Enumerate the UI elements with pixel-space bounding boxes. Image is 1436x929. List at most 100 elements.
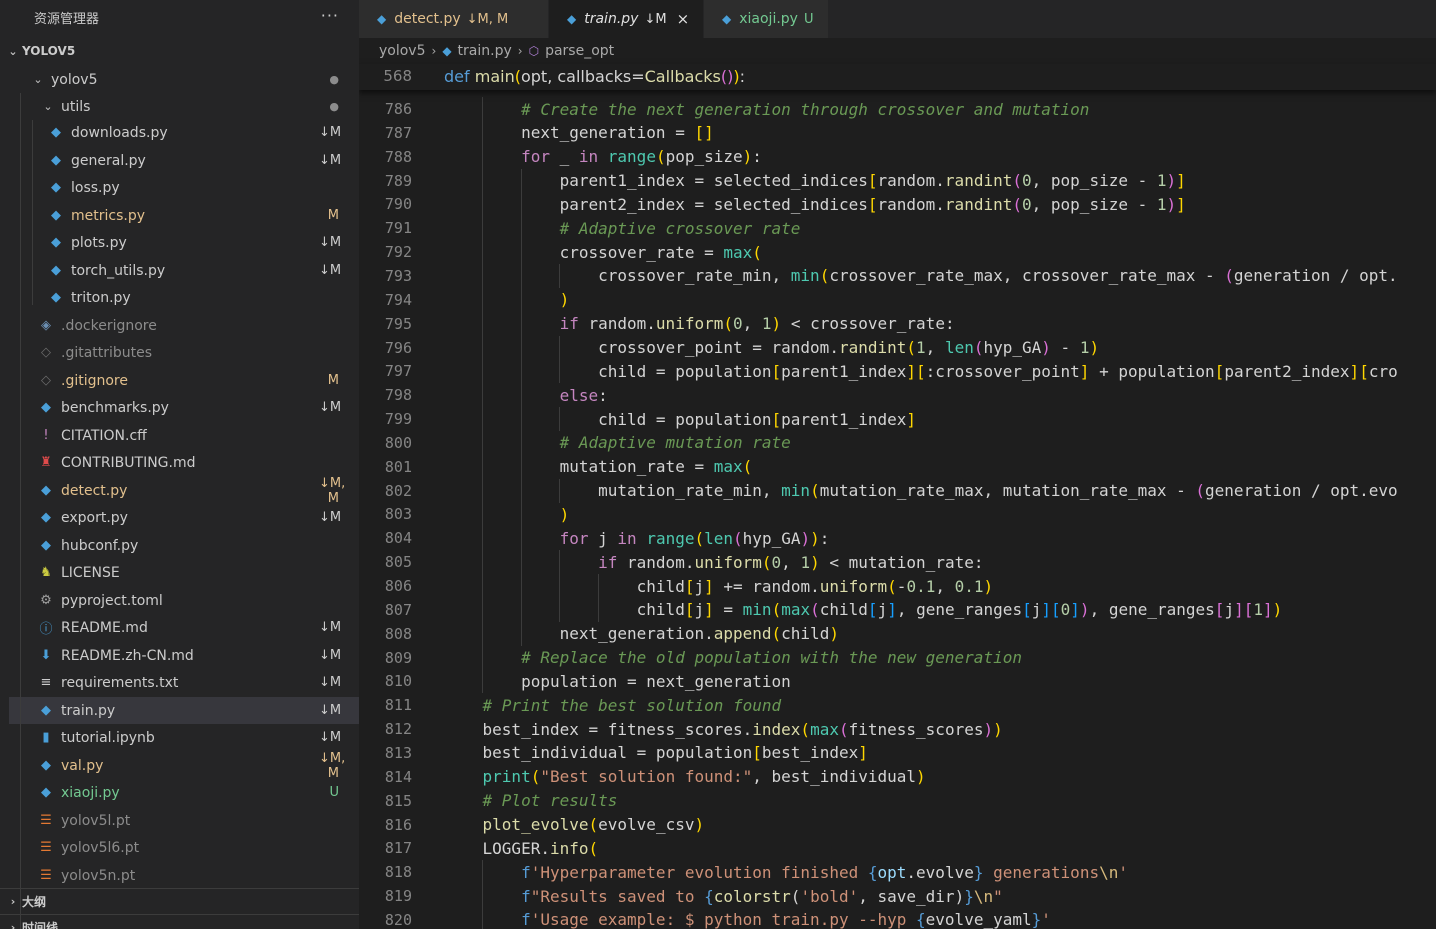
close-icon[interactable]: × <box>677 10 690 28</box>
file-item[interactable]: ◆ val.py ↓M, M <box>9 751 359 781</box>
indent-guide <box>597 597 599 622</box>
file-item[interactable]: ☰ yolov5l6.pt <box>9 834 359 861</box>
code-line: 804 for j in range(len(hyp_GA)): <box>359 526 1436 551</box>
file-item[interactable]: ◆ loss.py <box>9 174 359 201</box>
file-item[interactable]: ◆ torch_utils.py ↓M <box>9 257 359 284</box>
code-text: if random.uniform(0, 1) < mutation_rate: <box>598 552 984 572</box>
tab-xiaoji-py[interactable]: ◆ xiaoji.py U <box>704 0 829 38</box>
python-file-icon: ◆ <box>722 12 732 26</box>
line-number: 818 <box>384 863 412 882</box>
python-file-icon: ◆ <box>51 263 61 278</box>
file-item[interactable]: ◆ export.py ↓M <box>9 504 359 531</box>
file-item[interactable]: ◆ hubconf.py <box>9 532 359 559</box>
file-item[interactable]: ◆ downloads.py ↓M <box>9 119 359 146</box>
file-item[interactable]: ◈ .dockerignore <box>9 312 359 339</box>
file-item[interactable]: ◇ .gitattributes <box>9 339 359 366</box>
file-item[interactable]: ⬇ README.zh-CN.md ↓M <box>9 642 359 669</box>
code-text: best_index = fitness_scores.index(max(fi… <box>444 719 1003 739</box>
file-name: LICENSE <box>61 564 120 581</box>
file-item[interactable]: ⓘ README.md ↓M <box>9 614 359 641</box>
code-line: 818 f'Hyperparameter evolution finished … <box>359 860 1436 885</box>
indent-guide <box>482 621 484 646</box>
line-number: 786 <box>384 100 412 118</box>
indent-guide <box>482 335 484 360</box>
timeline-section-header[interactable]: › 时间线 <box>0 914 359 929</box>
code-text: # Adaptive crossover rate <box>559 218 801 238</box>
code-text: child = population[parent1_index] <box>444 409 917 429</box>
breadcrumb-item-folder[interactable]: yolov5 <box>379 43 426 59</box>
breadcrumb-item-file[interactable]: train.py <box>458 43 512 59</box>
line-number: 809 <box>384 648 412 667</box>
code-text: mutation_rate = max( <box>444 457 753 477</box>
file-item[interactable]: ☰ yolov5n.pt <box>9 862 359 889</box>
indent-guide <box>20 93 21 929</box>
python-file-icon: ◆ <box>41 400 51 415</box>
indent-guide <box>520 216 522 241</box>
code-text: parent1_index = selected_indices[random.… <box>444 171 1186 191</box>
line-number: 792 <box>384 243 412 262</box>
python-file-icon: ◆ <box>567 12 577 26</box>
workspace-section-header[interactable]: ⌄ YOLOV5 <box>0 38 359 64</box>
python-file-icon: ◆ <box>41 785 51 800</box>
file-item[interactable]: ◆ general.py ↓M <box>9 147 359 174</box>
file-item[interactable]: ♜ CONTRIBUTING.md <box>9 449 359 476</box>
indent-guide <box>482 669 484 694</box>
indent-guide <box>559 597 561 622</box>
code-editor[interactable]: 786 # Create the next generation through… <box>359 64 1436 929</box>
workspace-name: YOLOV5 <box>22 44 76 58</box>
editor-area: ◆ detect.py ↓M, M ◆ train.py ↓M × ◆ xiaoji.py U y… <box>359 0 1436 929</box>
sticky-scroll-header[interactable]: 568 def main(opt, callbacks=Callbacks())… <box>359 64 1436 90</box>
more-actions-button[interactable]: ··· <box>321 6 339 25</box>
outline-section-header[interactable]: › 大纲 <box>0 888 359 914</box>
indent-guide <box>520 335 522 360</box>
file-item[interactable]: ☰ yolov5l.pt <box>9 807 359 834</box>
code-text: LOGGER.info( <box>444 838 599 858</box>
indent-guide <box>482 430 484 455</box>
file-name: xiaoji.py <box>61 784 120 801</box>
code-line: 819 f"Results saved to {colorstr('bold',… <box>359 884 1436 909</box>
code-text: # Print the best solution found <box>482 695 782 715</box>
tab-label: xiaoji.py <box>739 11 798 27</box>
file-item[interactable]: ♞ LICENSE <box>9 559 359 586</box>
code-text: f'Usage example: $ python train.py --hyp… <box>521 910 1051 929</box>
file-item[interactable]: ◆ metrics.py M <box>9 202 359 229</box>
file-item[interactable]: ◆ plots.py ↓M <box>9 229 359 256</box>
tab-train-py[interactable]: ◆ train.py ↓M × <box>549 0 704 38</box>
file-item[interactable]: ◆ detect.py ↓M, M <box>9 476 359 506</box>
file-item[interactable]: ≡ requirements.txt ↓M <box>9 669 359 696</box>
line-number: 801 <box>384 457 412 476</box>
file-name: yolov5n.pt <box>61 867 136 884</box>
folder-item[interactable]: ⌄ yolov5 ● <box>9 66 359 93</box>
git-status-badge: M <box>327 373 339 388</box>
indent-guide <box>520 192 522 217</box>
file-item[interactable]: ◆ triton.py <box>9 284 359 311</box>
indent-guide <box>520 597 522 622</box>
git-status-badge: ↓M <box>319 730 342 745</box>
tab-detect-py[interactable]: ◆ detect.py ↓M, M <box>359 0 549 38</box>
file-item[interactable]: ⚙ pyproject.toml <box>9 587 359 614</box>
file-item[interactable]: ◆ benchmarks.py ↓M <box>9 394 359 421</box>
citation-icon: ! <box>43 428 49 443</box>
code-text: best_individual = population[best_index] <box>444 743 868 763</box>
file-item[interactable]: ◇ .gitignore M <box>9 367 359 394</box>
indent-guide <box>559 359 561 384</box>
binary-file-icon: ☰ <box>40 840 52 855</box>
code-text: ) <box>559 504 570 524</box>
folder-item[interactable]: ⌄ utils ● <box>9 93 359 120</box>
indent-guide <box>482 454 484 479</box>
file-item[interactable]: ! CITATION.cff <box>9 422 359 449</box>
indent-guide <box>520 526 522 551</box>
file-name: .dockerignore <box>61 317 157 334</box>
file-item[interactable]: ▮ tutorial.ipynb ↓M <box>9 724 359 751</box>
indent-guide <box>597 574 599 598</box>
file-name: requirements.txt <box>61 674 179 691</box>
file-item[interactable]: ◆ xiaoji.py U <box>9 779 359 806</box>
breadcrumb-item-symbol[interactable]: parse_opt <box>545 43 614 59</box>
file-name: general.py <box>71 152 146 169</box>
line-number: 814 <box>384 767 412 786</box>
tab-status: U <box>803 11 814 27</box>
python-file-icon: ◆ <box>51 125 61 140</box>
explorer-sidebar: 资源管理器 ··· ⌄ YOLOV5 ⌄ yolov5 ● ⌄ utils ● ◆ downl… <box>0 0 359 929</box>
license-icon: ♞ <box>40 565 52 580</box>
file-item[interactable]: ◆ train.py ↓M <box>9 697 359 724</box>
